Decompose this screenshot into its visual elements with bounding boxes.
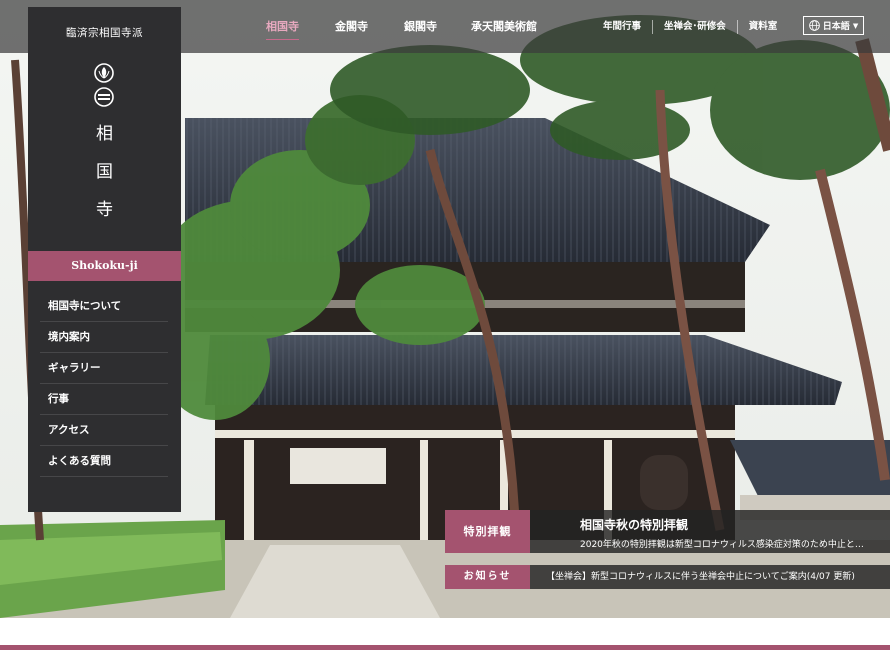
temple-name-vertical: 相 国 寺 bbox=[28, 115, 181, 229]
featured-news-banner[interactable]: 特別拝観 相国寺秋の特別拝観 2020年秋の特別拝観は新型コロナウィルス感染症対… bbox=[445, 510, 890, 553]
nav-link-archive[interactable]: 資料室 bbox=[749, 0, 778, 53]
temple-crest-icon bbox=[94, 63, 114, 83]
nav-link-kinkakuji[interactable]: 金閣寺 bbox=[335, 0, 368, 53]
notice-banner[interactable]: お知らせ 【坐禅会】新型コロナウィルスに伴う坐禅会中止についてご案内(4/07 … bbox=[445, 565, 890, 589]
language-selector[interactable]: 日本語 ▼ bbox=[803, 16, 864, 35]
family-crest-icon bbox=[94, 87, 114, 107]
temple-name-char: 相 bbox=[96, 124, 113, 144]
sidebar-item-gallery[interactable]: ギャラリー bbox=[40, 353, 168, 384]
sidebar-menu: 相国寺について 境内案内 ギャラリー 行事 アクセス よくある質問 bbox=[40, 291, 168, 477]
accent-rule bbox=[0, 645, 890, 650]
sidebar-panel: 臨済宗相国寺派 相 国 寺 Shokoku-ji 相国寺について 境内案内 ギャ… bbox=[28, 7, 181, 512]
notice-text[interactable]: 【坐禅会】新型コロナウィルスに伴う坐禅会中止についてご案内(4/07 更新) bbox=[546, 565, 855, 589]
featured-news-title[interactable]: 相国寺秋の特別拝観 bbox=[580, 516, 688, 533]
language-label: 日本語 bbox=[822, 22, 850, 32]
sidebar-item-about[interactable]: 相国寺について bbox=[40, 291, 168, 322]
temple-name-char: 国 bbox=[96, 162, 113, 182]
sidebar-item-events[interactable]: 行事 bbox=[40, 384, 168, 415]
content-strip bbox=[0, 618, 890, 650]
romaji-name-band: Shokoku-ji bbox=[28, 251, 181, 281]
nav-divider bbox=[736, 20, 738, 34]
nav-link-shokokuji[interactable]: 相国寺 bbox=[266, 0, 299, 53]
sidebar-item-faq[interactable]: よくある質問 bbox=[40, 446, 168, 477]
temple-name-char: 寺 bbox=[96, 200, 113, 220]
featured-news-excerpt[interactable]: 2020年秋の特別拝観は新型コロナウィルス感染症対策のため中止と… bbox=[580, 537, 888, 550]
secondary-nav: 年間行事 坐禅会･研修会 資料室 bbox=[603, 0, 777, 53]
nav-divider bbox=[652, 20, 654, 34]
nav-link-ginkakuji[interactable]: 銀閣寺 bbox=[404, 0, 437, 53]
caret-down-icon: ▼ bbox=[852, 21, 859, 30]
sect-name: 臨済宗相国寺派 bbox=[66, 27, 143, 39]
special-viewing-tag[interactable]: 特別拝観 bbox=[445, 510, 530, 553]
notice-tag[interactable]: お知らせ bbox=[445, 565, 530, 589]
sidebar-item-grounds-guide[interactable]: 境内案内 bbox=[40, 322, 168, 353]
nav-link-zazen[interactable]: 坐禅会･研修会 bbox=[664, 0, 726, 53]
sidebar-item-access[interactable]: アクセス bbox=[40, 415, 168, 446]
main-nav: 相国寺 金閣寺 銀閣寺 承天閣美術館 bbox=[258, 0, 537, 53]
nav-link-museum[interactable]: 承天閣美術館 bbox=[471, 0, 537, 53]
globe-icon bbox=[808, 20, 820, 31]
nav-link-annual-events[interactable]: 年間行事 bbox=[603, 0, 641, 53]
